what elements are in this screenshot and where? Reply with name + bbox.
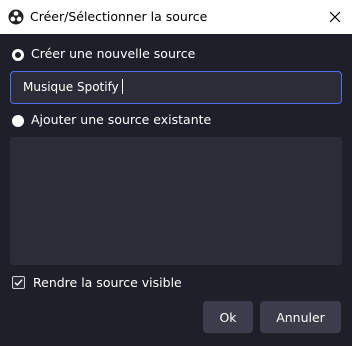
checkmark-icon [14,279,23,287]
window-title: Créer/Sélectionner la source [30,9,208,24]
cancel-button[interactable]: Annuler [260,301,341,333]
title-bar: Créer/Sélectionner la source [0,0,352,34]
source-name-value: Musique Spotify [23,80,119,94]
add-existing-radio[interactable] [12,115,24,127]
create-new-radio[interactable] [12,49,24,61]
obs-logo-icon [8,9,24,25]
dialog-content: Créer une nouvelle source Musique Spotif… [0,34,352,346]
source-name-input[interactable]: Musique Spotify [10,71,342,104]
create-new-label: Créer une nouvelle source [31,46,196,61]
add-existing-label: Ajouter une source existante [31,112,212,127]
visible-checkbox-label: Rendre la source visible [33,275,182,290]
close-icon [329,8,341,27]
ok-button[interactable]: Ok [203,301,253,333]
close-button[interactable] [318,0,352,34]
existing-source-list[interactable] [10,137,342,265]
text-caret [121,79,123,94]
visible-checkbox[interactable] [12,276,25,289]
